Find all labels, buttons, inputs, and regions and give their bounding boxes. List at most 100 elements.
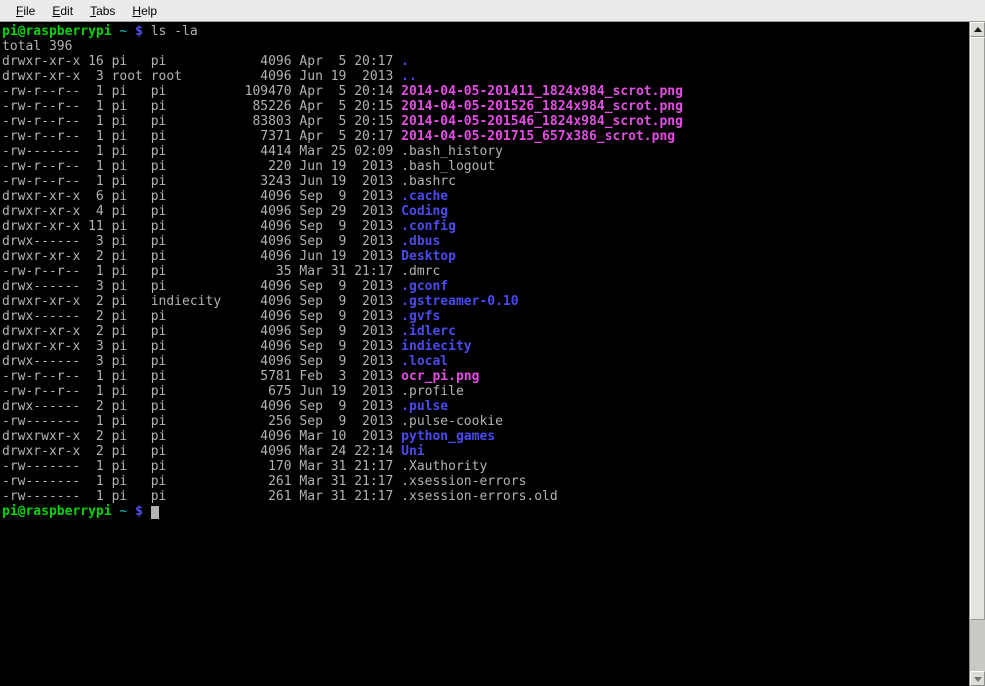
- directory-entry-row: drwxr-xr-x 3 pi pi 4096 Sep 9 2013 indie…: [2, 339, 969, 354]
- directory-entry-row: -rw-r--r-- 1 pi pi 7371 Apr 5 20:17 2014…: [2, 129, 969, 144]
- directory-entry-row: -rw-r--r-- 1 pi pi 220 Jun 19 2013 .bash…: [2, 159, 969, 174]
- entry-meta: drwxr-xr-x 6 pi pi 4096 Sep 9 2013: [2, 189, 401, 204]
- entry-name: .gconf: [401, 279, 448, 294]
- entry-name: .Xauthority: [401, 459, 487, 474]
- prompt-space-3: [143, 24, 151, 39]
- terminal-body: pi@raspberrypi ~ $ ls -latotal 396 drwxr-…: [0, 22, 985, 686]
- entry-meta: -rw-r--r-- 1 pi pi 85226 Apr 5 20:15: [2, 99, 401, 114]
- scrollbar[interactable]: [969, 22, 985, 686]
- directory-entry-row: drwx------ 3 pi pi 4096 Sep 9 2013 .dbus: [2, 234, 969, 249]
- triangle-down-icon: [974, 677, 982, 682]
- prompt-space-3: [143, 504, 151, 519]
- entry-meta: -rw-r--r-- 1 pi pi 7371 Apr 5 20:17: [2, 129, 401, 144]
- scroll-up-button[interactable]: [970, 22, 985, 37]
- scrollbar-thumb[interactable]: [970, 37, 985, 620]
- directory-entry-row: drwx------ 2 pi pi 4096 Sep 9 2013 .puls…: [2, 399, 969, 414]
- text-cursor: [151, 506, 159, 519]
- entry-meta: drwxr-xr-x 3 pi pi 4096 Sep 9 2013: [2, 339, 401, 354]
- prompt-space-2: [127, 504, 135, 519]
- menu-help-rest: elp: [141, 4, 157, 18]
- entry-meta: drwx------ 3 pi pi 4096 Sep 9 2013: [2, 234, 401, 249]
- entry-meta: -rw-r--r-- 1 pi pi 35 Mar 31 21:17: [2, 264, 401, 279]
- entry-name: .config: [401, 219, 456, 234]
- entry-meta: drwx------ 3 pi pi 4096 Sep 9 2013: [2, 279, 401, 294]
- directory-entry-row: -rw-r--r-- 1 pi pi 675 Jun 19 2013 .prof…: [2, 384, 969, 399]
- directory-entry-row: -rw-r--r-- 1 pi pi 35 Mar 31 21:17 .dmrc: [2, 264, 969, 279]
- entry-meta: drwxr-xr-x 4 pi pi 4096 Sep 29 2013: [2, 204, 401, 219]
- entry-name: .dbus: [401, 234, 440, 249]
- directory-entry-row: drwxr-xr-x 2 pi pi 4096 Mar 24 22:14 Uni: [2, 444, 969, 459]
- directory-entry-row: drwxr-xr-x 2 pi pi 4096 Jun 19 2013 Desk…: [2, 249, 969, 264]
- scroll-down-button[interactable]: [970, 671, 985, 686]
- prompt-sigil: $: [135, 24, 143, 39]
- entry-meta: -rw-r--r-- 1 pi pi 109470 Apr 5 20:14: [2, 84, 401, 99]
- prompt-user-host: pi@raspberrypi: [2, 24, 112, 39]
- directory-entry-row: -rw-r--r-- 1 pi pi 109470 Apr 5 20:14 20…: [2, 84, 969, 99]
- entry-name: .gvfs: [401, 309, 440, 324]
- entry-meta: -rw------- 1 pi pi 256 Sep 9 2013: [2, 414, 401, 429]
- entry-name: .xsession-errors.old: [401, 489, 558, 504]
- prompt-sigil: $: [135, 504, 143, 519]
- prompt-space-2: [127, 24, 135, 39]
- entry-name: python_games: [401, 429, 495, 444]
- entry-name: indiecity: [401, 339, 471, 354]
- prompt-user-host: pi@raspberrypi: [2, 504, 112, 519]
- menu-item-file[interactable]: File: [8, 2, 44, 20]
- directory-entry-row: -rw-r--r-- 1 pi pi 5781 Feb 3 2013 ocr_p…: [2, 369, 969, 384]
- directory-entry-row: -rw------- 1 pi pi 4414 Mar 25 02:09 .ba…: [2, 144, 969, 159]
- entry-meta: -rw-r--r-- 1 pi pi 220 Jun 19 2013: [2, 159, 401, 174]
- directory-entry-row: drwxr-xr-x 4 pi pi 4096 Sep 29 2013 Codi…: [2, 204, 969, 219]
- total-line: total 396: [2, 39, 969, 54]
- entry-meta: -rw------- 1 pi pi 4414 Mar 25 02:09: [2, 144, 401, 159]
- menu-item-help[interactable]: Help: [124, 2, 166, 20]
- entry-name: .idlerc: [401, 324, 456, 339]
- entry-name: ..: [401, 69, 417, 84]
- directory-entry-row: -rw------- 1 pi pi 170 Mar 31 21:17 .Xau…: [2, 459, 969, 474]
- directory-entry-row: drwxr-xr-x 11 pi pi 4096 Sep 9 2013 .con…: [2, 219, 969, 234]
- entry-meta: drwxr-xr-x 2 pi indiecity 4096 Sep 9 201…: [2, 294, 401, 309]
- directory-entry-row: drwxr-xr-x 2 pi indiecity 4096 Sep 9 201…: [2, 294, 969, 309]
- terminal-screen[interactable]: pi@raspberrypi ~ $ ls -latotal 396 drwxr-…: [0, 22, 969, 686]
- entry-name: ocr_pi.png: [401, 369, 479, 384]
- entry-name: .bashrc: [401, 174, 456, 189]
- entry-name: Uni: [401, 444, 424, 459]
- entry-meta: drwx------ 3 pi pi 4096 Sep 9 2013: [2, 354, 401, 369]
- directory-entry-row: -rw-r--r-- 1 pi pi 85226 Apr 5 20:15 201…: [2, 99, 969, 114]
- menu-item-tabs[interactable]: Tabs: [82, 2, 124, 20]
- menu-bar: File Edit Tabs Help: [0, 0, 985, 22]
- entry-meta: -rw-r--r-- 1 pi pi 3243 Jun 19 2013: [2, 174, 401, 189]
- entry-meta: drwxrwxr-x 2 pi pi 4096 Mar 10 2013: [2, 429, 401, 444]
- triangle-up-icon: [974, 27, 982, 32]
- entry-name: .local: [401, 354, 448, 369]
- directory-entry-row: drwxr-xr-x 6 pi pi 4096 Sep 9 2013 .cach…: [2, 189, 969, 204]
- directory-entry-row: drwxr-xr-x 3 root root 4096 Jun 19 2013 …: [2, 69, 969, 84]
- entry-name: .: [401, 54, 409, 69]
- menu-item-edit[interactable]: Edit: [44, 2, 82, 20]
- directory-entry-row: drwx------ 2 pi pi 4096 Sep 9 2013 .gvfs: [2, 309, 969, 324]
- entry-name: Desktop: [401, 249, 456, 264]
- entry-name: .cache: [401, 189, 448, 204]
- entry-name: .bash_history: [401, 144, 503, 159]
- directory-entry-row: drwx------ 3 pi pi 4096 Sep 9 2013 .gcon…: [2, 279, 969, 294]
- entry-name: 2014-04-05-201411_1824x984_scrot.png: [401, 84, 683, 99]
- entry-meta: drwxr-xr-x 2 pi pi 4096 Jun 19 2013: [2, 249, 401, 264]
- directory-entry-row: drwxr-xr-x 2 pi pi 4096 Sep 9 2013 .idle…: [2, 324, 969, 339]
- entry-meta: -rw------- 1 pi pi 170 Mar 31 21:17: [2, 459, 401, 474]
- menu-file-rest: ile: [23, 4, 35, 18]
- command-text: ls -la: [151, 24, 198, 39]
- directory-entry-row: -rw------- 1 pi pi 261 Mar 31 21:17 .xse…: [2, 474, 969, 489]
- prompt-line-current: pi@raspberrypi ~ $: [2, 504, 969, 519]
- entry-meta: drwx------ 2 pi pi 4096 Sep 9 2013: [2, 309, 401, 324]
- scrollbar-trough[interactable]: [970, 37, 985, 671]
- directory-entry-row: drwx------ 3 pi pi 4096 Sep 9 2013 .loca…: [2, 354, 969, 369]
- directory-entry-row: -rw------- 1 pi pi 256 Sep 9 2013 .pulse…: [2, 414, 969, 429]
- entry-name: .profile: [401, 384, 464, 399]
- prompt-line-command: pi@raspberrypi ~ $ ls -la: [2, 24, 969, 39]
- directory-entry-row: -rw------- 1 pi pi 261 Mar 31 21:17 .xse…: [2, 489, 969, 504]
- directory-entry-row: -rw-r--r-- 1 pi pi 3243 Jun 19 2013 .bas…: [2, 174, 969, 189]
- entry-name: Coding: [401, 204, 448, 219]
- entry-meta: -rw-r--r-- 1 pi pi 83803 Apr 5 20:15: [2, 114, 401, 129]
- entry-name: .bash_logout: [401, 159, 495, 174]
- entry-name: .xsession-errors: [401, 474, 526, 489]
- directory-entry-row: drwxrwxr-x 2 pi pi 4096 Mar 10 2013 pyth…: [2, 429, 969, 444]
